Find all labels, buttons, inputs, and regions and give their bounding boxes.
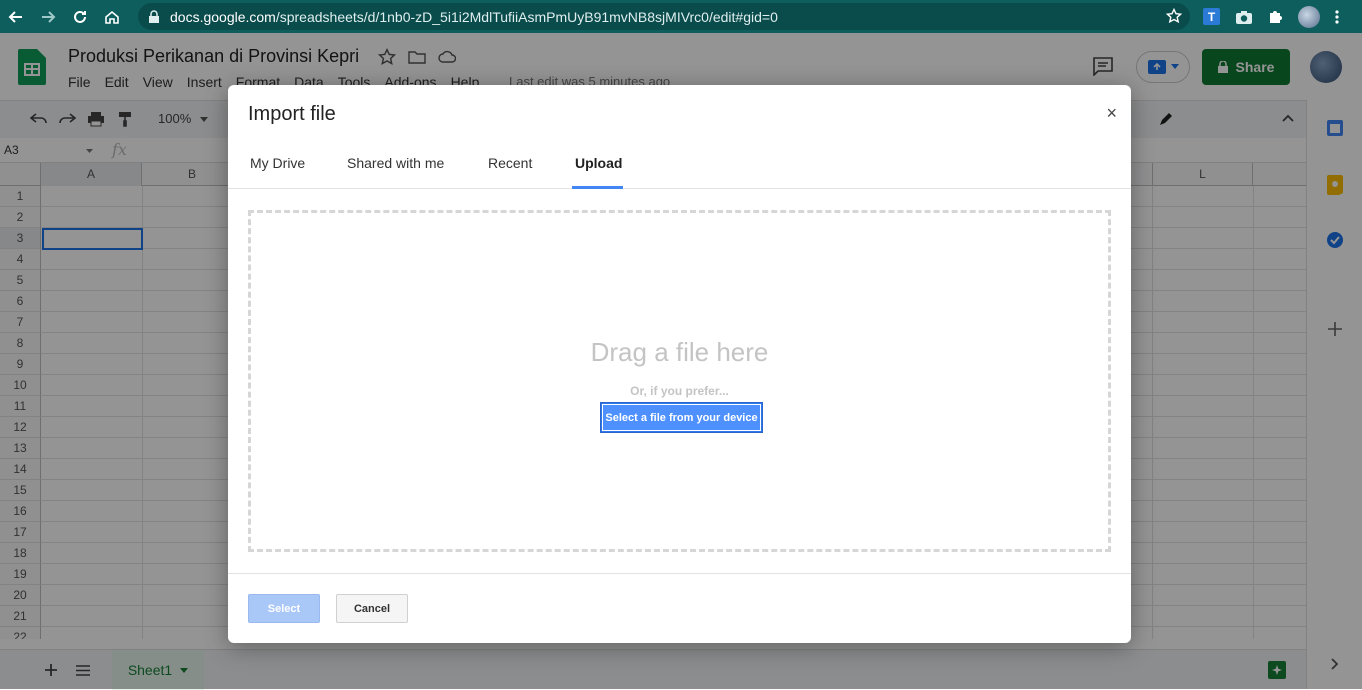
profile-button[interactable] [1298, 0, 1320, 33]
arrow-left-icon [8, 10, 22, 23]
forward-button[interactable] [32, 0, 64, 33]
select-file-from-device-button[interactable]: Select a file from your device [600, 402, 763, 433]
more-vertical-icon [1335, 9, 1339, 24]
reload-icon [74, 10, 86, 23]
extension-t-button[interactable]: T [1203, 0, 1220, 33]
dialog-tabs: My Drive Shared with me Recent Upload [228, 143, 1131, 189]
browser-menu-button[interactable] [1334, 0, 1340, 33]
file-drop-zone[interactable]: Drag a file here Or, if you prefer... Se… [248, 210, 1111, 552]
home-icon [105, 10, 119, 24]
bookmark-star-icon[interactable] [1165, 7, 1183, 29]
prefer-text: Or, if you prefer... [630, 384, 729, 398]
close-button[interactable]: × [1106, 103, 1117, 124]
puzzle-icon [1270, 10, 1282, 23]
address-bar[interactable]: docs.google.com/spreadsheets/d/1nb0-zD_5… [138, 3, 1190, 30]
arrow-right-icon [42, 10, 56, 23]
select-button[interactable]: Select [248, 594, 320, 623]
footer-divider [228, 573, 1131, 574]
import-file-dialog: Import file × My Drive Shared with me Re… [228, 85, 1131, 643]
drag-file-text: Drag a file here [590, 337, 769, 367]
tab-shared-with-me[interactable]: Shared with me [347, 155, 444, 171]
camera-extension-button[interactable] [1235, 0, 1253, 33]
camera-icon [1236, 10, 1252, 24]
reload-button[interactable] [64, 0, 96, 33]
url-text: docs.google.com/spreadsheets/d/1nb0-zD_5… [170, 8, 778, 25]
cancel-button[interactable]: Cancel [336, 594, 408, 623]
tab-upload[interactable]: Upload [575, 155, 622, 171]
lock-icon [149, 10, 159, 23]
home-button[interactable] [96, 0, 128, 33]
dialog-title: Import file [248, 103, 336, 125]
tab-recent[interactable]: Recent [488, 155, 532, 171]
extensions-button[interactable] [1267, 0, 1283, 33]
extension-t-icon: T [1203, 8, 1220, 25]
browser-toolbar: docs.google.com/spreadsheets/d/1nb0-zD_5… [0, 0, 1362, 33]
profile-avatar [1298, 5, 1320, 28]
tab-my-drive[interactable]: My Drive [250, 155, 305, 171]
back-button[interactable] [0, 0, 32, 33]
active-tab-indicator [572, 186, 623, 189]
